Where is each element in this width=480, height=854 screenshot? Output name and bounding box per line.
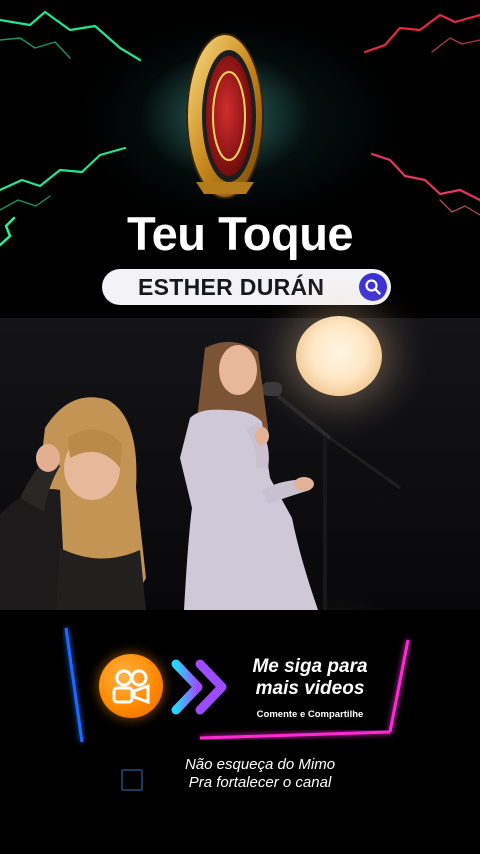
checkbox-outline bbox=[121, 769, 143, 791]
search-button[interactable] bbox=[359, 273, 387, 301]
search-icon bbox=[365, 279, 381, 295]
search-value: ESTHER DURÁN bbox=[138, 273, 325, 300]
follow-subtitle: Comente e Compartilhe bbox=[256, 709, 364, 720]
search-field[interactable]: ESTHER DURÁN bbox=[102, 269, 391, 305]
singer-scene-image bbox=[0, 341, 401, 610]
footer-line2: Pra fortalecer o canal bbox=[188, 774, 332, 791]
follow-title-line2: mais videos bbox=[255, 678, 365, 699]
footer-line1: Não esqueça do Mimo bbox=[184, 756, 336, 773]
kwai-camera-icon[interactable] bbox=[99, 654, 163, 718]
page-title: Teu Toque bbox=[126, 207, 354, 260]
footer-note: Não esqueça do Mimo Pra fortalecer o can… bbox=[160, 756, 360, 792]
follow-title-line1: Me siga para bbox=[252, 656, 368, 677]
follow-call-to-action: Me siga para mais videos bbox=[236, 656, 384, 700]
coin-logo-icon bbox=[186, 33, 264, 199]
screen: Teu Toque ESTHER DURÁN Me siga para mais… bbox=[0, 0, 480, 854]
double-chevron-right-icon bbox=[171, 659, 227, 715]
